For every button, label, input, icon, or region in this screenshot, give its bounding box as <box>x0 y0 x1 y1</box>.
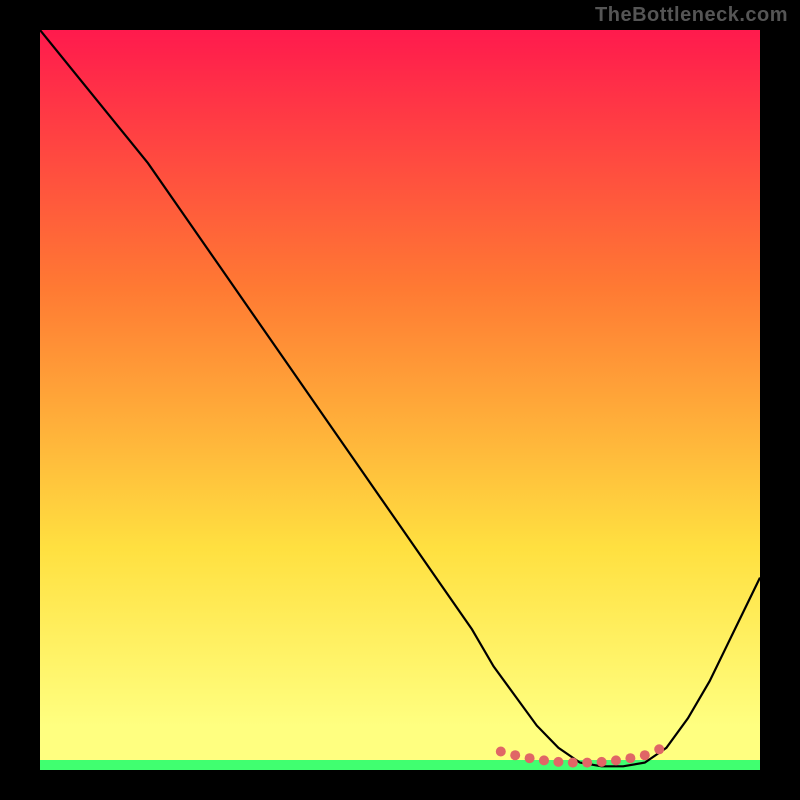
marker-dot <box>611 755 621 765</box>
marker-dot <box>625 753 635 763</box>
marker-dot <box>654 744 664 754</box>
chart-container: TheBottleneck.com <box>0 0 800 800</box>
marker-dot <box>496 747 506 757</box>
watermark-text: TheBottleneck.com <box>595 4 788 27</box>
green-band <box>40 760 760 770</box>
marker-dot <box>640 750 650 760</box>
marker-dot <box>553 757 563 767</box>
marker-dot <box>568 758 578 768</box>
marker-dot <box>539 755 549 765</box>
marker-dot <box>510 750 520 760</box>
chart-svg <box>40 30 760 770</box>
background-gradient <box>40 30 760 770</box>
marker-dot <box>582 758 592 768</box>
marker-dot <box>525 753 535 763</box>
marker-dot <box>597 757 607 767</box>
plot-area <box>40 30 760 770</box>
